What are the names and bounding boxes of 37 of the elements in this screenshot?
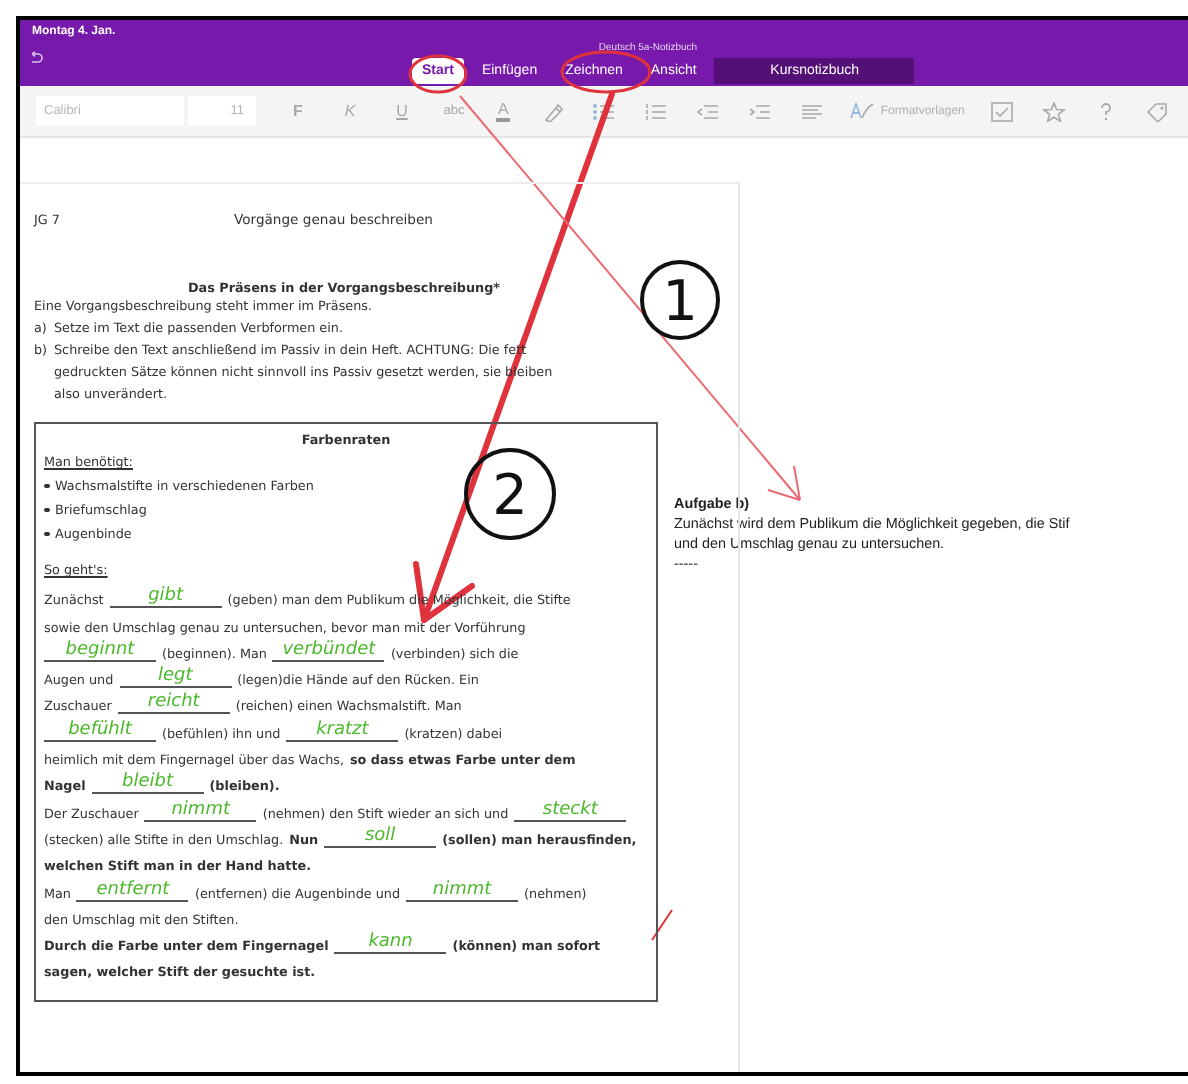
handwritten-answer: befühlt: [44, 719, 156, 742]
handwritten-answer: kratzt: [286, 719, 399, 742]
handwritten-answer: soll: [324, 825, 437, 848]
annotation-number: 1: [640, 260, 720, 340]
format-button[interactable]: K: [324, 102, 376, 120]
annotation-circle: [408, 54, 468, 94]
checkbox-icon[interactable]: [990, 101, 1015, 121]
annotation-circle: [560, 50, 652, 94]
bullet-icon: [44, 531, 49, 537]
bullet-list-icon[interactable]: [592, 101, 617, 121]
handwritten-answer: nimmt: [144, 799, 257, 822]
star-icon[interactable]: [1042, 101, 1067, 121]
handwritten-answer: bleibt: [91, 772, 204, 795]
tag-icon[interactable]: [1146, 101, 1171, 121]
align-icon[interactable]: [800, 101, 825, 121]
outdent-icon[interactable]: [696, 101, 721, 121]
undo-icon[interactable]: [28, 50, 44, 66]
bullet-icon: [44, 507, 49, 513]
handwritten-answer: kann: [334, 932, 447, 955]
numbered-list-icon[interactable]: [644, 101, 669, 121]
handwritten-answer: verbündet: [272, 639, 385, 662]
highlighter-icon[interactable]: [540, 101, 565, 121]
font-style-icon: [850, 102, 875, 120]
handwritten-answer: legt: [119, 666, 232, 689]
handwritten-answer: entfernt: [76, 879, 189, 902]
format-button[interactable]: U: [376, 102, 428, 120]
annotation-number: 2: [464, 448, 556, 540]
handwritten-answer: nimmt: [406, 879, 519, 902]
font-color-button[interactable]: A: [496, 100, 511, 122]
annotation-stroke: [651, 909, 673, 941]
format-button[interactable]: F: [272, 102, 324, 120]
handwritten-answer: reicht: [117, 692, 230, 715]
handwritten-answer: beginnt: [44, 639, 156, 662]
handwritten-answer: gibt: [109, 586, 222, 609]
handwritten-answer: steckt: [514, 799, 627, 822]
bullet-icon: [44, 483, 49, 489]
indent-icon[interactable]: [748, 101, 773, 121]
